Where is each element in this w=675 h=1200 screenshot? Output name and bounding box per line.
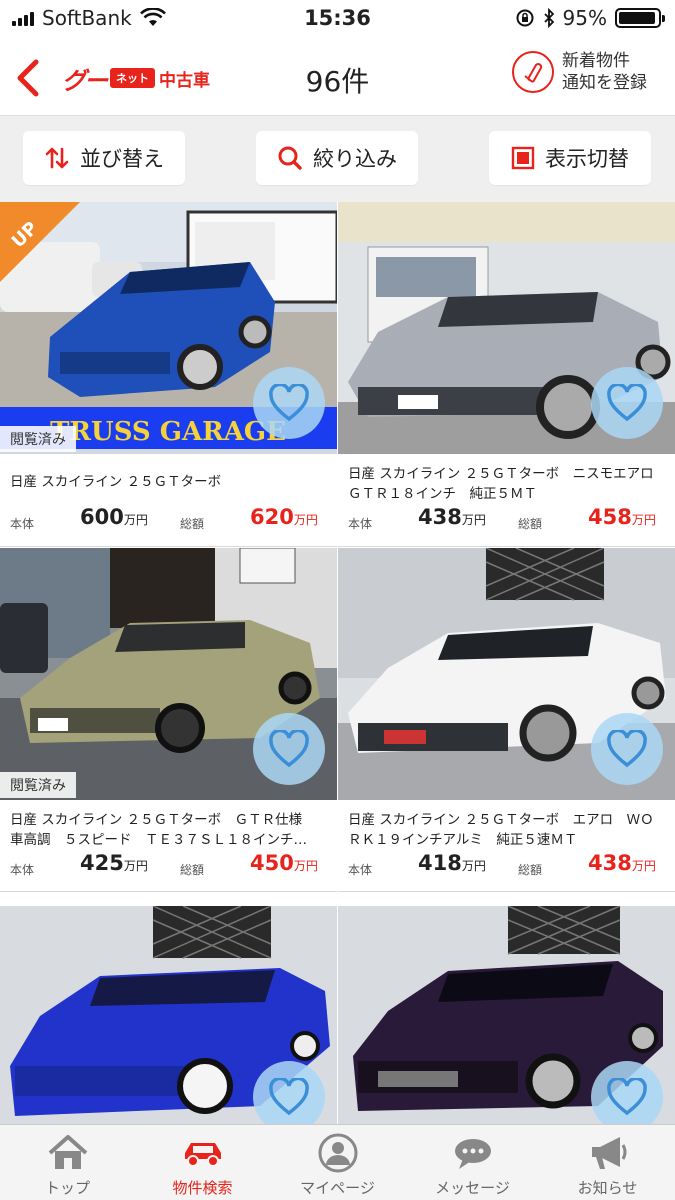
body-price-label: 本体 bbox=[10, 517, 35, 531]
listing-card[interactable]: TRUSS GARAGE UP 閲覧済み 日産 スカイライン ２５ＧＴターボ 本… bbox=[0, 202, 337, 547]
total-price-label: 総額 bbox=[518, 517, 543, 531]
heart-icon bbox=[269, 730, 309, 768]
search-icon bbox=[278, 146, 302, 170]
listing-title: 日産 スカイライン ２５ＧＴターボ ニスモエアロ ＧＴＲ１８インチ 純正５ＭＴ bbox=[348, 466, 668, 502]
tab-message[interactable]: メッセージ bbox=[405, 1125, 540, 1200]
viewed-tag: 閲覧済み bbox=[0, 772, 76, 798]
heart-icon bbox=[607, 1078, 647, 1116]
filter-button[interactable]: 絞り込み bbox=[256, 131, 418, 185]
listing-card[interactable]: 日産 スカイライン ２５ＧＴターボ ニスモエアロ ＧＴＲ１８インチ 純正５ＭＴ … bbox=[338, 202, 675, 547]
notify-line-2: 通知を登録 bbox=[562, 73, 647, 93]
viewed-tag: 閲覧済み bbox=[0, 426, 76, 452]
bluetooth-icon bbox=[543, 8, 554, 28]
heart-icon bbox=[269, 1078, 309, 1116]
favorite-button[interactable] bbox=[591, 713, 663, 785]
battery-percent: 95% bbox=[562, 6, 607, 30]
tab-mypage-label: マイページ bbox=[300, 1179, 375, 1197]
photo-banner-text: TRUSS GARAGE bbox=[50, 417, 286, 447]
user-icon bbox=[318, 1133, 357, 1173]
listing-card[interactable]: 閲覧済み 日産 スカイライン ２５ＧＴターボ ＧＴＲ仕様 車高調 ５スピード Ｔ… bbox=[0, 548, 337, 892]
body-price: 600万円 bbox=[80, 505, 148, 529]
sort-label: 並び替え bbox=[80, 147, 164, 171]
price-row: 本体 438万円 総額 458万円 bbox=[348, 505, 666, 535]
body-price: 438万円 bbox=[418, 505, 486, 529]
notify-line-1: 新着物件 bbox=[562, 51, 630, 71]
total-price-label: 総額 bbox=[518, 863, 543, 877]
total-price-label: 総額 bbox=[180, 863, 205, 877]
total-price: 458万円 bbox=[588, 505, 656, 529]
tab-message-label: メッセージ bbox=[435, 1179, 510, 1197]
up-badge: UP bbox=[0, 202, 80, 282]
app-header: グー ネット 中古車 96件 新着物件 通知を登録 bbox=[0, 38, 675, 116]
price-row: 本体 418万円 総額 438万円 bbox=[348, 851, 666, 881]
car-icon bbox=[184, 1143, 221, 1167]
listing-title: 日産 スカイライン ２５ＧＴターボ bbox=[10, 474, 222, 490]
listing-card[interactable] bbox=[338, 906, 675, 1124]
favorite-button[interactable] bbox=[253, 367, 325, 439]
body-price-label: 本体 bbox=[348, 863, 373, 877]
body-price-label: 本体 bbox=[10, 863, 35, 877]
listing-title: 日産 スカイライン ２５ＧＴターボ ＧＴＲ仕様 車高調 ５スピード ＴＥ３７ＳＬ… bbox=[10, 812, 316, 848]
tab-search-label: 物件検索 bbox=[172, 1179, 233, 1197]
heart-icon bbox=[607, 384, 647, 422]
body-price: 418万円 bbox=[418, 851, 486, 875]
total-price-label: 総額 bbox=[180, 517, 205, 531]
sort-icon bbox=[45, 147, 69, 169]
total-price: 450万円 bbox=[250, 851, 318, 875]
tab-search[interactable]: 物件検索 bbox=[135, 1125, 270, 1200]
tab-bar: トップ 物件検索 マイページ メッセージ お知らせ bbox=[0, 1124, 675, 1200]
price-row: 本体 425万円 総額 450万円 bbox=[10, 851, 328, 881]
listing-grid: TRUSS GARAGE UP 閲覧済み 日産 スカイライン ２５ＧＴターボ 本… bbox=[0, 202, 675, 1124]
tab-notice[interactable]: お知らせ bbox=[540, 1125, 675, 1200]
toolbar: 並び替え 絞り込み 表示切替 bbox=[0, 116, 675, 202]
heart-icon bbox=[269, 384, 309, 422]
favorite-button[interactable] bbox=[591, 367, 663, 439]
status-bar: SoftBank 15:36 95% bbox=[0, 0, 675, 38]
listing-card[interactable]: 日産 スカイライン ２５ＧＴターボ エアロ ＷＯＲＫ１９インチアルミ 純正５速Ｍ… bbox=[338, 548, 675, 892]
sort-button[interactable]: 並び替え bbox=[23, 131, 185, 185]
filter-label: 絞り込み bbox=[313, 147, 397, 171]
rotation-lock-icon bbox=[516, 9, 534, 27]
body-price: 425万円 bbox=[80, 851, 148, 875]
chat-icon bbox=[454, 1139, 491, 1169]
total-price: 438万円 bbox=[588, 851, 656, 875]
body-price-label: 本体 bbox=[348, 517, 373, 531]
listing-card[interactable] bbox=[0, 906, 337, 1124]
megaphone-icon bbox=[591, 1137, 626, 1169]
view-toggle-button[interactable]: 表示切替 bbox=[489, 131, 651, 185]
favorite-button[interactable] bbox=[253, 1061, 325, 1124]
home-icon bbox=[48, 1135, 87, 1169]
heart-icon bbox=[607, 730, 647, 768]
favorite-button[interactable] bbox=[591, 1061, 663, 1124]
tab-mypage[interactable]: マイページ bbox=[270, 1125, 405, 1200]
tab-notice-label: お知らせ bbox=[577, 1179, 638, 1197]
view-toggle-label: 表示切替 bbox=[545, 147, 629, 171]
tab-top[interactable]: トップ bbox=[0, 1125, 135, 1200]
favorite-button[interactable] bbox=[253, 713, 325, 785]
view-toggle-icon bbox=[511, 146, 535, 170]
status-right: 95% bbox=[515, 6, 665, 30]
battery-icon bbox=[615, 8, 665, 28]
price-row: 本体 600万円 総額 620万円 bbox=[10, 505, 328, 535]
notify-icon bbox=[512, 51, 554, 93]
listing-title: 日産 スカイライン ２５ＧＴターボ エアロ ＷＯＲＫ１９インチアルミ 純正５速Ｍ… bbox=[348, 812, 654, 848]
notify-register-button[interactable]: 新着物件 通知を登録 bbox=[512, 50, 647, 94]
tab-top-label: トップ bbox=[44, 1179, 90, 1197]
total-price: 620万円 bbox=[250, 505, 318, 529]
